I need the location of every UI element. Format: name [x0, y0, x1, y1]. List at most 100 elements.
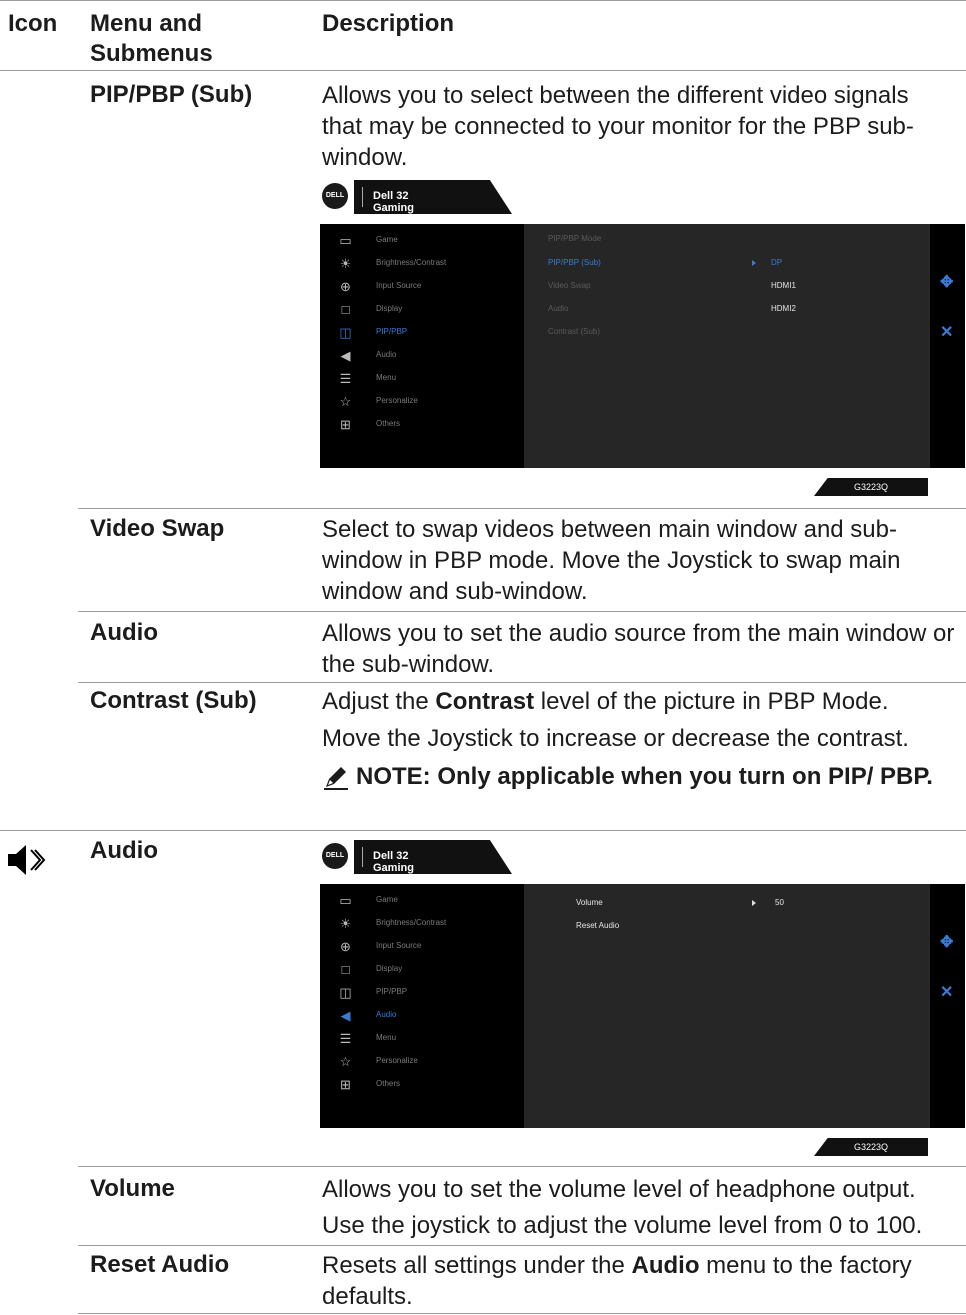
note-contrast-sub: NOTE: Only applicable when you turn on P…	[356, 763, 933, 790]
game-icon: ▭	[339, 233, 352, 248]
osd-menu-display[interactable]: □ Display	[320, 299, 524, 322]
osd-menu-pip-pbp[interactable]: ◫ PIP/PBP	[320, 322, 524, 345]
display-icon: □	[341, 302, 350, 317]
osd-option-hdmi2[interactable]: HDMI2	[771, 304, 796, 313]
osd-menu-audio[interactable]: ◀ Audio	[320, 345, 524, 368]
osd-menu-others[interactable]: ⊞ Others	[320, 414, 524, 437]
osd-menu-label: Menu	[376, 1033, 397, 1042]
desc2-contrast-sub: Move the Joystick to increase or decreas…	[322, 725, 909, 752]
others-icon: ⊞	[340, 417, 351, 432]
osd-menu-display[interactable]: □ Display	[320, 959, 524, 982]
osd-menu-label: Game	[376, 895, 398, 904]
osd-sub-reset-audio[interactable]: Reset Audio	[576, 921, 619, 930]
osd-menu-label: Display	[376, 964, 403, 973]
osd-menu-pip-pbp[interactable]: ◫ PIP/PBP	[320, 982, 524, 1005]
selection-arrow-icon	[752, 260, 756, 266]
osd-body: ▭ Game ☀ Brightness/Contrast ⊕ Input Source…	[320, 884, 965, 1128]
osd-title: Dell 32 Gaming Monitor	[373, 190, 414, 226]
desc-contrast-sub: Adjust the Contrast level of the picture…	[322, 686, 962, 717]
osd-sub-contrast[interactable]: Contrast (Sub)	[548, 327, 600, 336]
osd-option-hdmi1[interactable]: HDMI1	[771, 281, 796, 290]
menu-icon: ☰	[339, 371, 352, 386]
osd-menu-label: Personalize	[376, 1056, 418, 1065]
model-badge: G3223Q	[814, 1138, 928, 1156]
osd-menu-label: Input Source	[376, 941, 422, 950]
display-icon: □	[341, 962, 350, 977]
osd-body: ▭ Game ☀ Brightness/Contrast ⊕ Input Source…	[320, 224, 965, 468]
desc-pip-sub: Allows you to select between the differe…	[322, 82, 914, 171]
osd-menu-brightness[interactable]: ☀ Brightness/Contrast	[320, 913, 524, 936]
desc-volume: Allows you to set the volume level of he…	[322, 1176, 916, 1203]
desc-text: level of the picture in PBP Mode.	[534, 688, 889, 715]
osd-main-menu: ▭ Game ☀ Brightness/Contrast ⊕ Input Source…	[320, 224, 524, 468]
desc-bold: Audio	[631, 1252, 700, 1279]
menu-name-audio-sub: Audio	[90, 619, 158, 646]
osd-menu-menu[interactable]: ☰ Menu	[320, 1028, 524, 1051]
osd-menu-menu[interactable]: ☰ Menu	[320, 368, 524, 391]
osd-menu-label: Game	[376, 235, 398, 244]
close-icon[interactable]: ✕	[940, 982, 953, 1002]
desc-reset-audio: Resets all settings under the Audio menu…	[322, 1250, 952, 1312]
osd-menu-input-source[interactable]: ⊕ Input Source	[320, 276, 524, 299]
osd-screenshot-pip: DELL Dell 32 Gaming Monitor ▭ Game ☀ Brigh…	[320, 180, 965, 500]
osd-menu-label: Brightness/Contrast	[376, 258, 447, 267]
audio-speaker-icon	[4, 840, 48, 880]
osd-menu-personalize[interactable]: ☆ Personalize	[320, 391, 524, 414]
note-pencil-icon	[322, 763, 350, 791]
osd-sub-video-swap[interactable]: Video Swap	[548, 281, 591, 290]
osd-volume-value[interactable]: 50	[775, 898, 784, 907]
row-rule	[78, 1166, 966, 1167]
pip-pbp-icon: ◫	[339, 985, 352, 1000]
brightness-icon: ☀	[339, 916, 352, 931]
osd-menu-personalize[interactable]: ☆ Personalize	[320, 1051, 524, 1074]
menu-name-video-swap: Video Swap	[90, 515, 225, 542]
audio-icon: ◀	[340, 1008, 351, 1023]
osd-sub-pip-mode[interactable]: PIP/PBP Mode	[548, 234, 601, 243]
osd-menu-label: PIP/PBP	[376, 327, 408, 336]
osd-option-dp[interactable]: DP	[771, 258, 782, 267]
osd-screenshot-audio: DELL Dell 32 Gaming Monitor ▭ Game ☀ Brigh…	[320, 840, 965, 1160]
section-rule	[0, 830, 966, 831]
pip-pbp-icon: ◫	[339, 325, 352, 340]
personalize-icon: ☆	[339, 394, 352, 409]
osd-menu-label: PIP/PBP	[376, 987, 408, 996]
desc-audio-sub: Allows you to set the audio source from …	[322, 620, 955, 678]
joystick-move-icon: ✥	[940, 934, 954, 951]
osd-menu-label: Personalize	[376, 396, 418, 405]
osd-title-divider	[362, 847, 363, 867]
joystick-move-icon: ✥	[940, 274, 954, 291]
close-icon[interactable]: ✕	[940, 322, 953, 342]
osd-sub-pip-sub[interactable]: PIP/PBP (Sub)	[548, 258, 601, 267]
osd-sub-audio[interactable]: Audio	[548, 304, 568, 313]
osd-sub-volume[interactable]: Volume	[576, 898, 603, 907]
desc-video-swap: Select to swap videos between main windo…	[322, 516, 901, 605]
menu-name-audio: Audio	[90, 837, 158, 864]
menu-name-pip-sub: PIP/PBP (Sub)	[90, 81, 253, 108]
osd-menu-label: Audio	[376, 350, 397, 359]
brightness-icon: ☀	[339, 256, 352, 271]
desc2-volume: Use the joystick to adjust the volume le…	[322, 1212, 923, 1239]
osd-nav-bar	[930, 224, 965, 468]
osd-title: Dell 32 Gaming Monitor	[373, 850, 414, 886]
header-menu: Menu and Submenus	[90, 10, 213, 67]
menu-icon: ☰	[339, 1031, 352, 1046]
header-icon: Icon	[8, 10, 58, 37]
dell-logo: DELL	[322, 183, 348, 209]
personalize-icon: ☆	[339, 1054, 352, 1069]
osd-menu-game[interactable]: ▭ Game	[320, 890, 524, 913]
osd-menu-label: Others	[376, 419, 401, 428]
row-rule	[78, 682, 966, 683]
osd-menu-input-source[interactable]: ⊕ Input Source	[320, 936, 524, 959]
header-rule	[0, 70, 966, 71]
others-icon: ⊞	[340, 1077, 351, 1092]
osd-main-menu: ▭ Game ☀ Brightness/Contrast ⊕ Input Source…	[320, 884, 524, 1128]
menu-name-contrast-sub: Contrast (Sub)	[90, 687, 257, 714]
osd-menu-label: Display	[376, 304, 403, 313]
osd-menu-brightness[interactable]: ☀ Brightness/Contrast	[320, 253, 524, 276]
row-rule	[78, 611, 966, 612]
osd-menu-game[interactable]: ▭ Game	[320, 230, 524, 253]
osd-menu-label: Brightness/Contrast	[376, 918, 447, 927]
input-source-icon: ⊕	[340, 279, 351, 294]
osd-menu-others[interactable]: ⊞ Others	[320, 1074, 524, 1097]
osd-menu-audio[interactable]: ◀ Audio	[320, 1005, 524, 1028]
